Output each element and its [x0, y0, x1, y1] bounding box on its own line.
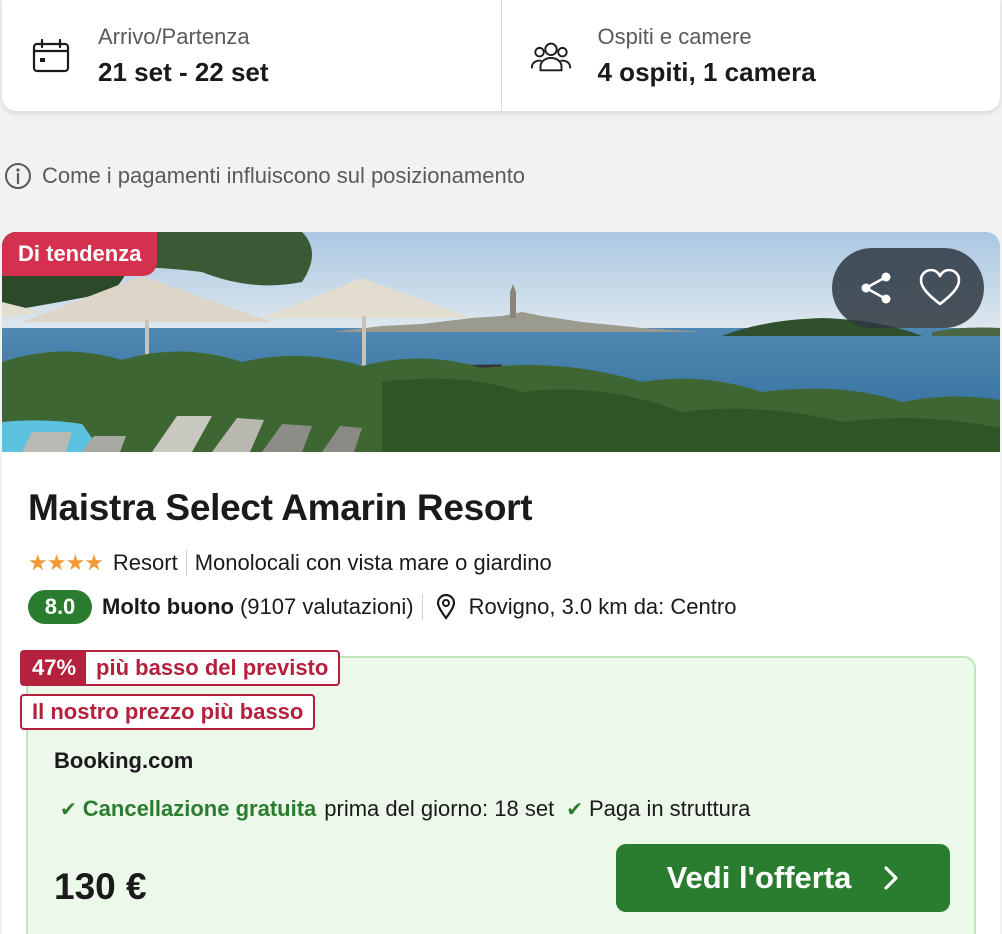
calendar-icon: [30, 35, 72, 77]
share-icon: [861, 272, 891, 304]
rating-row: 8.0 Molto buono (9107 valutazioni) Rovig…: [28, 590, 736, 624]
view-deal-button[interactable]: Vedi l'offerta: [616, 844, 950, 912]
photo-actions: [832, 248, 984, 328]
provider-name: Booking.com: [54, 748, 194, 773]
check-icon: ✔: [566, 798, 583, 821]
ranking-info-text: Come i pagamenti influiscono sul posizio…: [42, 163, 526, 188]
heart-icon: [919, 269, 961, 306]
guests-icon: [530, 35, 572, 77]
info-icon: [4, 162, 32, 190]
guests-selector[interactable]: Ospiti e camere 4 ospiti, 1 camera: [500, 0, 1001, 111]
divider: [185, 550, 187, 576]
star-rating: ★★★★: [28, 550, 104, 575]
favorite-button[interactable]: [916, 264, 964, 312]
check-icon: ✔: [60, 798, 77, 821]
trending-badge: Di tendenza: [2, 232, 158, 276]
room-type: Monolocali con vista mare o giardino: [194, 550, 552, 575]
rating-score: 8.0: [28, 590, 92, 624]
offer-perks: ✔ Cancellazione gratuita prima del giorn…: [60, 796, 750, 822]
discount-percent: 47%: [22, 652, 87, 684]
review-count: (9107 valutazioni): [239, 594, 414, 619]
location-text: Rovigno, 3.0 km da: Centro: [468, 594, 737, 619]
pay-at-property: Paga in struttura: [588, 796, 751, 821]
hotel-card[interactable]: Di tendenza Maistra Select Amarin Resort…: [2, 232, 1000, 934]
hotel-name[interactable]: Maistra Select Amarin Resort: [28, 487, 533, 529]
chevron-right-icon: [883, 865, 899, 891]
property-type: Resort: [112, 550, 178, 575]
ranking-info-link[interactable]: Come i pagamenti influiscono sul posizio…: [4, 162, 525, 190]
free-cancellation: Cancellazione gratuita: [82, 796, 317, 821]
guests-label: Ospiti e camere: [597, 23, 752, 49]
cancellation-deadline: prima del giorno: 18 set: [324, 796, 555, 821]
hotel-meta: ★★★★ Resort Monolocali con vista mare o …: [28, 550, 552, 576]
dates-label: Arrivo/Partenza: [98, 23, 250, 49]
discount-text: più basso del previsto: [96, 655, 329, 680]
divider: [421, 594, 423, 620]
guests-value: 4 ospiti, 1 camera: [597, 56, 816, 87]
dates-selector[interactable]: Arrivo/Partenza 21 set - 22 set: [2, 0, 501, 111]
search-summary-bar: Arrivo/Partenza 21 set - 22 set Ospiti e…: [2, 0, 1000, 111]
rating-label: Molto buono: [102, 594, 234, 619]
view-deal-label: Vedi l'offerta: [666, 860, 852, 895]
discount-tag: 47% più basso del previsto: [20, 650, 341, 686]
share-button[interactable]: [852, 264, 900, 312]
lowest-price-tag: Il nostro prezzo più basso: [20, 694, 316, 730]
location-pin-icon: [435, 594, 457, 620]
dates-value: 21 set - 22 set: [98, 56, 269, 87]
price: 130 €: [54, 866, 147, 907]
